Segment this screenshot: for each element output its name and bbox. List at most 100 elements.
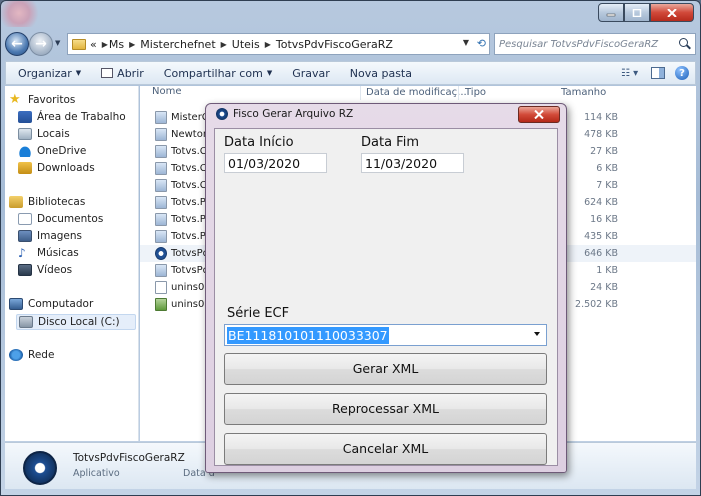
nav-locais-label: Locais xyxy=(37,128,70,140)
chevron-right-icon: ▶ xyxy=(129,39,136,49)
column-header-name[interactable]: Nome xyxy=(152,86,182,100)
nav-computer[interactable]: Computador xyxy=(9,298,93,310)
application-icon xyxy=(101,68,114,78)
preview-pane-button[interactable] xyxy=(651,67,665,79)
cancel-xml-button[interactable]: Cancelar XML xyxy=(224,433,547,465)
column-header-modified[interactable]: Data de modificaç... xyxy=(366,87,467,101)
file-size: 646 KB xyxy=(584,248,618,259)
nav-local-disk-label: Disco Local (C:) xyxy=(38,316,120,328)
music-note-icon: ♪ xyxy=(18,246,26,260)
change-view-button[interactable]: ☷ ▾ xyxy=(621,65,641,81)
libraries-icon xyxy=(9,196,23,208)
burn-label: Gravar xyxy=(292,66,330,80)
recent-pages-dropdown[interactable]: ▼ xyxy=(55,39,63,47)
column-divider[interactable] xyxy=(360,86,361,100)
breadcrumb-overflow[interactable]: « xyxy=(90,38,97,51)
window-caption-buttons xyxy=(598,3,694,23)
serial-ecf-select[interactable]: BE111810101110033307 xyxy=(224,324,547,346)
refresh-icon[interactable]: ⟲ xyxy=(477,37,486,50)
dialog-close-button[interactable] xyxy=(518,106,560,123)
start-date-field[interactable] xyxy=(224,153,327,173)
nav-desktop[interactable]: Área de Trabalho xyxy=(18,111,126,123)
breadcrumb-ms[interactable]: Ms xyxy=(109,38,124,51)
file-size: 16 KB xyxy=(590,214,618,225)
file-size: 6 KB xyxy=(596,163,618,174)
document-icon xyxy=(18,213,32,225)
new-folder-button[interactable]: Nova pasta xyxy=(350,67,412,80)
address-row: ← → ▼ « ▶ Ms ▶ Misterchefnet ▶ Uteis ▶ T… xyxy=(1,29,700,59)
nav-libraries-label: Bibliotecas xyxy=(28,196,86,208)
application-icon xyxy=(23,451,57,485)
config-file-icon xyxy=(155,145,167,158)
config-file-icon xyxy=(155,111,167,124)
share-label: Compartilhar com xyxy=(163,66,263,80)
file-size: 7 KB xyxy=(596,180,618,191)
column-header-size[interactable]: Tamanho xyxy=(561,87,606,101)
reprocess-xml-button[interactable]: Reprocessar XML xyxy=(224,393,547,425)
dialog-title-bar[interactable]: Fisco Gerar Arquivo RZ xyxy=(216,108,353,120)
nav-onedrive[interactable]: OneDrive xyxy=(18,145,86,157)
search-box[interactable] xyxy=(494,33,696,55)
open-button[interactable]: Abrir xyxy=(101,67,144,80)
nav-libraries[interactable]: Bibliotecas xyxy=(9,196,85,208)
address-bar[interactable]: « ▶ Ms ▶ Misterchefnet ▶ Uteis ▶ TotvsPd… xyxy=(67,33,490,55)
video-icon xyxy=(18,264,32,276)
nav-images-label: Imagens xyxy=(37,230,83,242)
view-icon: ☷ ▾ xyxy=(621,67,639,79)
nav-videos[interactable]: Vídeos xyxy=(18,264,72,276)
back-button[interactable]: ← xyxy=(5,32,29,56)
dialog-title: Fisco Gerar Arquivo RZ xyxy=(233,108,354,120)
nav-music[interactable]: ♪ Músicas xyxy=(18,247,79,259)
nav-local-disk[interactable]: Disco Local (C:) xyxy=(16,314,136,330)
breadcrumb-uteis[interactable]: Uteis xyxy=(232,38,260,51)
breadcrumb: « ▶ Ms ▶ Misterchefnet ▶ Uteis ▶ TotvsPd… xyxy=(90,38,393,51)
open-label: Abrir xyxy=(117,66,144,80)
arrow-right-icon: → xyxy=(35,36,47,52)
close-icon xyxy=(534,110,544,119)
chevron-down-icon[interactable] xyxy=(534,332,540,336)
minimize-button[interactable] xyxy=(598,3,624,22)
navigation-pane: ★ Favoritos Área de Trabalho Locais OneDr… xyxy=(5,86,139,441)
config-file-icon xyxy=(155,230,167,243)
close-icon xyxy=(667,8,677,17)
search-icon[interactable] xyxy=(679,38,691,50)
nav-network[interactable]: Rede xyxy=(9,349,54,361)
address-dropdown[interactable]: ▼ xyxy=(463,38,469,47)
generate-xml-button[interactable]: Gerar XML xyxy=(224,353,547,385)
column-divider[interactable] xyxy=(458,86,459,100)
maximize-button[interactable] xyxy=(624,3,650,22)
chevron-right-icon: ▶ xyxy=(264,39,271,49)
picture-icon xyxy=(18,230,32,242)
computer-icon xyxy=(9,298,23,310)
nav-videos-label: Vídeos xyxy=(37,264,73,276)
close-button[interactable] xyxy=(650,3,694,22)
nav-downloads-label: Downloads xyxy=(37,162,95,174)
hard-drive-icon xyxy=(19,316,33,328)
nav-locais[interactable]: Locais xyxy=(18,128,70,140)
end-date-label: Data Fim xyxy=(361,135,419,150)
organize-label: Organizar xyxy=(18,66,72,80)
forward-button[interactable]: → xyxy=(29,32,53,56)
help-icon[interactable]: ? xyxy=(675,66,689,80)
column-header-type[interactable]: Tipo xyxy=(465,87,486,101)
nav-images[interactable]: Imagens xyxy=(18,230,82,242)
downloads-folder-icon xyxy=(18,162,32,174)
breadcrumb-current[interactable]: TotvsPdvFiscoGeraRZ xyxy=(276,38,393,51)
nav-downloads[interactable]: Downloads xyxy=(18,162,95,174)
nav-documents[interactable]: Documentos xyxy=(18,213,103,225)
file-size: 2.502 KB xyxy=(575,299,618,310)
search-input[interactable] xyxy=(499,38,679,50)
share-menu[interactable]: Compartilhar com ▼ xyxy=(164,67,272,80)
nav-favorites[interactable]: ★ Favoritos xyxy=(9,93,75,106)
end-date-field[interactable] xyxy=(361,153,464,173)
file-icon xyxy=(155,281,167,294)
breadcrumb-misterchefnet[interactable]: Misterchefnet xyxy=(140,38,215,51)
nav-computer-label: Computador xyxy=(28,298,94,310)
cloud-icon xyxy=(18,145,32,157)
file-size: 27 KB xyxy=(590,146,618,157)
organize-menu[interactable]: Organizar ▼ xyxy=(18,67,81,80)
minimize-icon xyxy=(606,13,616,16)
burn-button[interactable]: Gravar xyxy=(292,67,330,80)
file-size: 114 KB xyxy=(584,112,618,123)
dialog-client-area: Data Início Data Fim Série ECF BE1118101… xyxy=(214,128,558,466)
